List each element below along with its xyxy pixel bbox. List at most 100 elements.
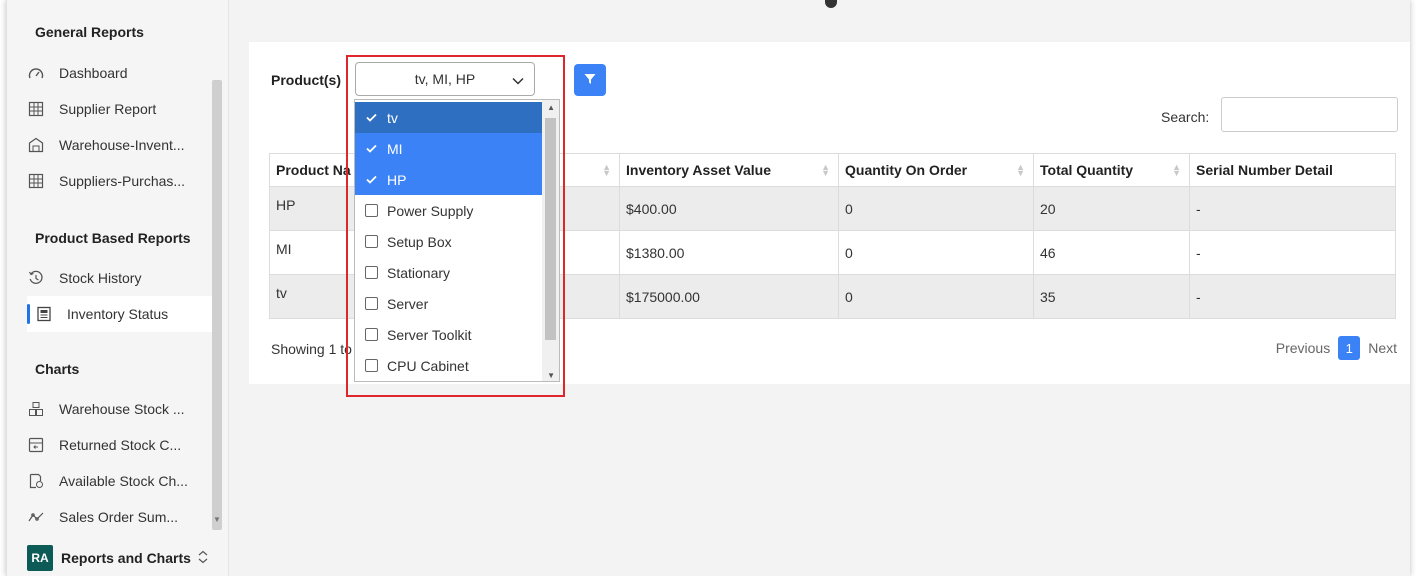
cell-total-quantity: 35	[1033, 274, 1190, 319]
check-icon	[365, 173, 378, 186]
checkbox-icon	[365, 235, 378, 248]
cell-on-order: 0	[838, 274, 1034, 319]
option-setup-box[interactable]: Setup Box	[355, 226, 543, 257]
active-indicator	[27, 304, 30, 324]
pagination: Previous 1 Next	[1276, 336, 1397, 360]
option-server[interactable]: Server	[355, 288, 543, 319]
title-fragment	[825, 0, 837, 8]
sort-icon: ▲ ▼	[821, 162, 830, 178]
section-product-based-reports: Product Based Reports	[35, 230, 191, 246]
option-cpu-cabinet[interactable]: CPU Cabinet	[355, 350, 543, 381]
option-hp[interactable]: HP	[355, 164, 543, 195]
products-label: Product(s)	[271, 72, 341, 88]
cell-on-order: 0	[838, 186, 1034, 231]
check-icon	[365, 111, 378, 124]
column-header-quantity-on-order[interactable]: Quantity On Order ▲ ▼	[838, 153, 1034, 187]
cell-serial-detail: -	[1189, 186, 1396, 231]
trend-line-icon	[27, 508, 45, 526]
sidebar-item-label: Sales Order Sum...	[59, 509, 179, 525]
boxes-icon	[27, 400, 45, 418]
sidebar-item-label: Supplier Report	[59, 101, 157, 117]
sidebar-item-returned-stock[interactable]: Returned Stock C...	[27, 427, 217, 463]
history-icon	[27, 269, 45, 287]
scroll-down-icon[interactable]: ▼	[547, 371, 555, 380]
apply-filter-button[interactable]	[574, 64, 606, 96]
sidebar-item-warehouse-stock[interactable]: Warehouse Stock ...	[27, 391, 217, 427]
selected-products-text: tv, MI, HP	[414, 71, 476, 87]
sidebar-item-label: Suppliers-Purchas...	[59, 173, 186, 189]
sidebar-item-stock-history[interactable]: Stock History	[27, 260, 217, 296]
check-icon	[365, 142, 378, 155]
chevron-down-icon	[512, 73, 524, 85]
filter-icon	[584, 72, 596, 88]
workspace-label: Reports and Charts	[61, 550, 191, 566]
option-mi[interactable]: MI	[355, 133, 543, 164]
checkbox-icon	[365, 204, 378, 217]
sort-icon: ▲ ▼	[1172, 162, 1181, 178]
checkbox-icon	[365, 297, 378, 310]
option-power-supply[interactable]: Power Supply	[355, 195, 543, 226]
sidebar-item-sales-order-summary[interactable]: Sales Order Sum...	[27, 499, 217, 535]
dropdown-scroll-thumb[interactable]	[545, 118, 556, 340]
option-label: HP	[387, 171, 407, 188]
table-info-text: Showing 1 to	[271, 341, 352, 357]
sidebar-item-available-stock[interactable]: Available Stock Ch...	[27, 463, 217, 499]
sidebar-item-label: Warehouse Stock ...	[59, 401, 185, 417]
sidebar-item-label: Stock History	[59, 270, 142, 286]
product-multiselect[interactable]: tv, MI, HP	[355, 62, 535, 96]
sidebar-item-warehouse-inventory[interactable]: Warehouse-Invent...	[27, 127, 217, 163]
product-dropdown-list: tv MI HP Power Supply Setup Box Stationa…	[354, 99, 560, 382]
option-label: Setup Box	[387, 233, 452, 250]
cell-asset-value: $175000.00	[619, 274, 839, 319]
option-server-toolkit[interactable]: Server Toolkit	[355, 319, 543, 350]
option-tv[interactable]: tv	[355, 102, 543, 133]
search-input[interactable]	[1221, 97, 1398, 132]
sidebar-item-supplier-report[interactable]: Supplier Report	[27, 91, 217, 127]
sidebar-item-inventory-status[interactable]: Inventory Status	[27, 296, 217, 332]
option-label: Server Toolkit	[387, 326, 472, 343]
cell-serial-detail: -	[1189, 274, 1396, 319]
checkbox-icon	[365, 328, 378, 341]
section-charts: Charts	[35, 361, 80, 377]
checkbox-icon	[365, 266, 378, 279]
workspace-switcher[interactable]: RA Reports and Charts	[27, 544, 209, 572]
expand-collapse-icon	[197, 550, 209, 567]
column-header-serial-number-detail[interactable]: Serial Number Detail	[1189, 153, 1396, 187]
avatar: RA	[27, 545, 53, 571]
sidebar-scroll-down-icon[interactable]: ▼	[212, 515, 222, 529]
sidebar-scrollbar[interactable]	[212, 80, 222, 530]
search-label: Search:	[1161, 109, 1210, 125]
sort-icon: ▲ ▼	[602, 162, 611, 178]
option-stationary[interactable]: Stationary	[355, 257, 543, 288]
checkbox-icon	[365, 359, 378, 372]
return-box-icon	[27, 436, 45, 454]
option-label: MI	[387, 140, 403, 157]
gauge-icon	[27, 64, 45, 82]
cell-total-quantity: 20	[1033, 186, 1190, 231]
scroll-up-icon[interactable]: ▲	[547, 103, 555, 112]
sort-icon: ▲ ▼	[1016, 162, 1025, 178]
page-1-button[interactable]: 1	[1338, 336, 1361, 360]
dropdown-scrollbar[interactable]: ▲ ▼	[542, 100, 559, 381]
cell-serial-detail: -	[1189, 230, 1396, 275]
document-clock-icon	[27, 472, 45, 490]
column-header-inventory-asset-value[interactable]: Inventory Asset Value ▲ ▼	[619, 153, 839, 187]
previous-page-link[interactable]: Previous	[1276, 340, 1330, 356]
sidebar-item-suppliers-purchase[interactable]: Suppliers-Purchas...	[27, 163, 217, 199]
cell-total-quantity: 46	[1033, 230, 1190, 275]
option-label: tv	[387, 109, 398, 126]
sidebar-item-label: Available Stock Ch...	[59, 473, 188, 489]
grid-report-icon	[27, 100, 45, 118]
column-header-total-quantity[interactable]: Total Quantity ▲ ▼	[1033, 153, 1190, 187]
cell-asset-value: $400.00	[619, 186, 839, 231]
next-page-link[interactable]: Next	[1368, 340, 1397, 356]
sidebar-item-dashboard[interactable]: Dashboard	[27, 55, 217, 91]
sidebar: General Reports Dashboard Supplier Repor…	[7, 0, 229, 576]
sidebar-item-label: Warehouse-Invent...	[59, 137, 185, 153]
option-label: Server	[387, 295, 429, 312]
sidebar-item-label: Returned Stock C...	[59, 437, 182, 453]
sidebar-item-label: Dashboard	[59, 65, 128, 81]
option-label: CPU Cabinet	[387, 357, 469, 374]
newspaper-icon	[35, 305, 53, 323]
option-label: Stationary	[387, 264, 451, 281]
